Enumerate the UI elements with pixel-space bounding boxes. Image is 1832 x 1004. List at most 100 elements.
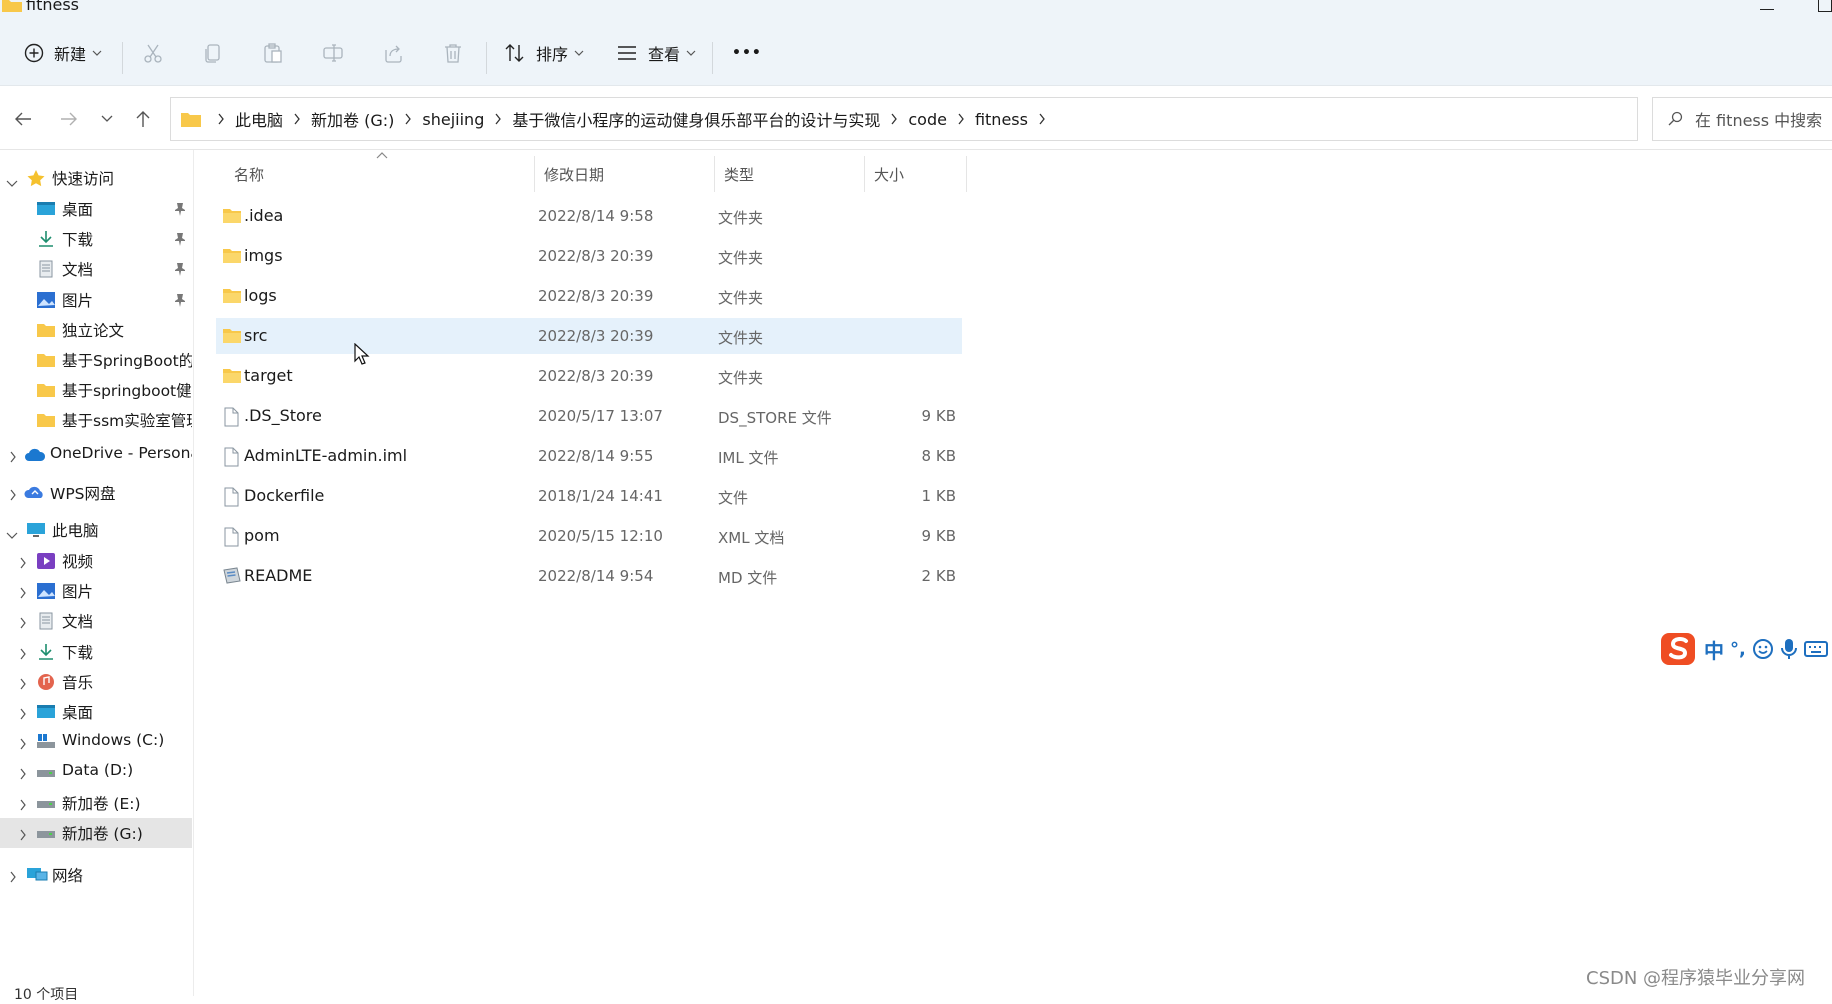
forward-button[interactable] xyxy=(56,106,82,132)
breadcrumb-separator[interactable] xyxy=(217,110,225,129)
file-row[interactable]: src 2022/8/3 20:39 文件夹 xyxy=(216,318,962,354)
chevron-right-icon[interactable] xyxy=(19,676,27,694)
breadcrumb-separator[interactable] xyxy=(1038,110,1046,129)
copy-button[interactable] xyxy=(202,36,224,70)
sidebar-item-quick[interactable]: 图片 xyxy=(0,285,192,315)
keyboard-icon[interactable] xyxy=(1803,639,1828,659)
sidebar-item-pc[interactable]: 桌面 xyxy=(0,697,192,727)
sidebar-item-pc[interactable]: Windows (C:) xyxy=(0,727,192,757)
share-button[interactable] xyxy=(382,36,404,70)
column-header-type[interactable]: 类型 xyxy=(724,156,754,192)
microphone-icon[interactable] xyxy=(1780,637,1798,661)
cut-icon xyxy=(144,44,162,63)
video-icon xyxy=(36,552,56,570)
file-row[interactable]: .DS_Store 2020/5/17 13:07 DS_STORE 文件 9 KB xyxy=(216,398,962,434)
breadcrumb-item[interactable]: shejiing xyxy=(422,110,484,129)
sidebar-item-pc[interactable]: 下载 xyxy=(0,637,192,667)
column-header-name[interactable]: 名称 xyxy=(234,156,264,192)
minimize-button[interactable] xyxy=(1760,0,1774,10)
file-row[interactable]: pom 2020/5/15 12:10 XML 文档 9 KB xyxy=(216,518,962,554)
breadcrumb-separator[interactable] xyxy=(404,110,412,129)
chevron-right-icon[interactable] xyxy=(19,766,27,784)
chevron-right-icon[interactable] xyxy=(19,827,27,845)
chevron-right-icon[interactable] xyxy=(19,585,27,603)
file-icon xyxy=(222,487,240,511)
view-button[interactable]: 查看 xyxy=(616,36,696,70)
new-button[interactable]: 新建 xyxy=(24,36,102,70)
address-bar[interactable]: 此电脑 新加卷 (G:) shejiing 基于微信小程序的运动健身俱乐部平台的设计与… xyxy=(170,97,1793,141)
breadcrumb-separator[interactable] xyxy=(890,110,898,129)
chevron-right-icon[interactable] xyxy=(9,487,17,505)
chevron-down-icon[interactable] xyxy=(6,526,18,544)
sidebar-item-quick[interactable]: 基于ssm实验室管理 xyxy=(0,405,192,435)
file-row[interactable]: Dockerfile 2018/1/24 14:41 文件 1 KB xyxy=(216,478,962,514)
file-date: 2022/8/14 9:55 xyxy=(538,447,654,465)
search-input[interactable]: 在 fitness 中搜索 xyxy=(1652,97,1832,141)
file-row[interactable]: AdminLTE-admin.iml 2022/8/14 9:55 IML 文件 8 … xyxy=(216,438,962,474)
chevron-down-icon[interactable] xyxy=(6,174,18,192)
breadcrumb-item[interactable]: 此电脑 xyxy=(235,107,283,131)
arrow-left-icon xyxy=(15,112,31,126)
nav-item-label: 新加卷 (G:) xyxy=(62,824,143,843)
breadcrumb-separator[interactable] xyxy=(494,110,502,129)
chevron-right-icon[interactable] xyxy=(19,555,27,573)
more-options-button[interactable]: ••• xyxy=(732,36,762,70)
emoji-icon[interactable] xyxy=(1752,638,1774,660)
file-row[interactable]: .idea 2022/8/14 9:58 文件夹 xyxy=(216,198,962,234)
maximize-button[interactable] xyxy=(1818,0,1832,12)
file-name: AdminLTE-admin.iml xyxy=(244,446,408,465)
sidebar-item-pc[interactable]: 音乐 xyxy=(0,667,192,697)
cut-button[interactable] xyxy=(142,36,164,70)
title-bar: fitness xyxy=(0,0,1832,18)
paste-button[interactable] xyxy=(262,36,284,70)
file-row[interactable]: target 2022/8/3 20:39 文件夹 xyxy=(216,358,962,394)
up-button[interactable] xyxy=(130,106,156,132)
file-row[interactable]: logs 2022/8/3 20:39 文件夹 xyxy=(216,278,962,314)
back-button[interactable] xyxy=(10,106,36,132)
chevron-right-icon[interactable] xyxy=(19,615,27,633)
chevron-right-icon[interactable] xyxy=(19,797,27,815)
sidebar-item-pc[interactable]: 图片 xyxy=(0,576,192,606)
sidebar-item-pc[interactable]: Data (D:) xyxy=(0,757,192,787)
sidebar-item-quick[interactable]: 独立论文 xyxy=(0,315,192,345)
nav-item-label: 新加卷 (E:) xyxy=(62,794,141,813)
file-row[interactable]: README 2022/8/14 9:54 MD 文件 2 KB xyxy=(216,558,962,594)
sort-button[interactable]: 排序 xyxy=(504,36,584,70)
ime-punctuation[interactable]: °, xyxy=(1730,639,1746,660)
sidebar-item-quick[interactable]: 下载 xyxy=(0,224,192,254)
chevron-right-icon[interactable] xyxy=(19,736,27,754)
chevron-right-icon[interactable] xyxy=(19,646,27,664)
paste-icon xyxy=(264,43,282,63)
sidebar-item-pc[interactable]: 新加卷 (E:) xyxy=(0,788,192,818)
sidebar-item-quick[interactable]: 桌面 xyxy=(0,194,192,224)
chevron-right-icon[interactable] xyxy=(9,869,17,887)
sidebar-item-network[interactable]: 网络 xyxy=(0,860,192,890)
breadcrumb-separator[interactable] xyxy=(293,110,301,129)
sidebar-item-quick-access[interactable]: 快速访问 xyxy=(0,163,192,193)
sidebar-item-wps[interactable]: WPS网盘 xyxy=(0,478,192,508)
file-row[interactable]: imgs 2022/8/3 20:39 文件夹 xyxy=(216,238,962,274)
sidebar-item-this-pc[interactable]: 此电脑 xyxy=(0,515,192,545)
sidebar-item-pc[interactable]: 新加卷 (G:) xyxy=(0,817,192,848)
sort-icon xyxy=(505,44,524,62)
recent-locations-button[interactable] xyxy=(94,106,120,132)
breadcrumb-item[interactable]: 基于微信小程序的运动健身俱乐部平台的设计与实现 xyxy=(512,107,880,131)
sidebar-item-pc[interactable]: 视频 xyxy=(0,546,192,576)
sidebar-item-onedrive[interactable]: OneDrive - Persona xyxy=(0,440,192,470)
sogou-logo-icon[interactable] xyxy=(1660,632,1696,666)
sidebar-item-quick[interactable]: 基于SpringBoot的 xyxy=(0,345,192,375)
breadcrumb-item[interactable]: code xyxy=(908,110,947,129)
breadcrumb-separator[interactable] xyxy=(957,110,965,129)
sidebar-item-quick[interactable]: 文档 xyxy=(0,254,192,284)
delete-button[interactable] xyxy=(442,36,464,70)
rename-button[interactable] xyxy=(322,36,344,70)
sidebar-item-pc[interactable]: 文档 xyxy=(0,606,192,636)
column-header-date[interactable]: 修改日期 xyxy=(544,156,604,192)
breadcrumb-item[interactable]: fitness xyxy=(975,110,1028,129)
chevron-right-icon[interactable] xyxy=(9,449,17,467)
column-header-size[interactable]: 大小 xyxy=(874,156,904,192)
breadcrumb-item[interactable]: 新加卷 (G:) xyxy=(311,107,394,131)
sidebar-item-quick[interactable]: 基于springboot健 xyxy=(0,375,192,405)
ime-mode[interactable]: 中 xyxy=(1704,635,1724,664)
chevron-right-icon[interactable] xyxy=(19,706,27,724)
